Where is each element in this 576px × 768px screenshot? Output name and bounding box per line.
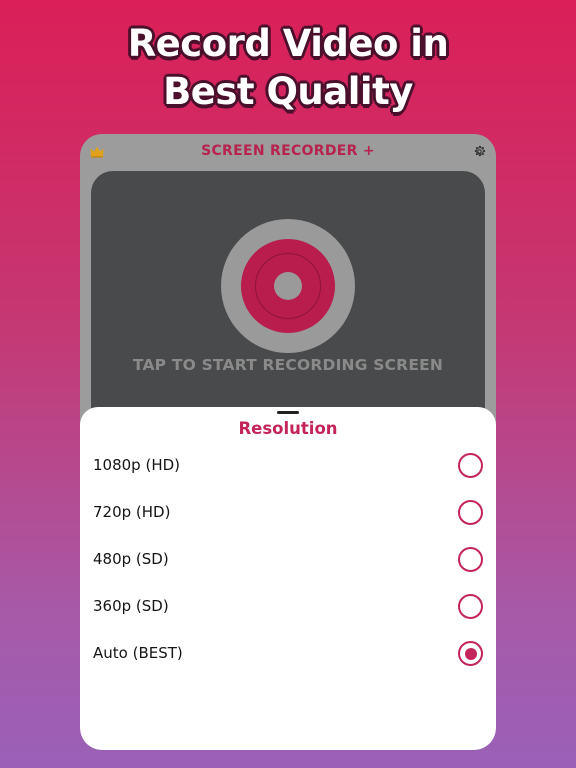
radio-button[interactable] <box>458 453 483 478</box>
record-button[interactable] <box>221 219 355 353</box>
headline-line-1: Record Video in <box>127 22 449 65</box>
crown-icon[interactable] <box>90 146 104 158</box>
option-label: 720p (HD) <box>93 503 171 521</box>
device-screen: SCREEN RECORDER + TAP TO START RECORDING… <box>80 134 496 750</box>
app-header: SCREEN RECORDER + <box>80 134 496 168</box>
resolution-sheet: Resolution 1080p (HD) 720p (HD) 480p (SD… <box>80 407 496 750</box>
radio-button-selected[interactable] <box>458 641 483 666</box>
option-720p[interactable]: 720p (HD) <box>80 493 496 533</box>
option-label: 1080p (HD) <box>93 456 180 474</box>
radio-button[interactable] <box>458 594 483 619</box>
option-label: 480p (SD) <box>93 550 169 568</box>
gear-icon[interactable] <box>473 145 486 158</box>
option-auto[interactable]: Auto (BEST) <box>80 634 496 674</box>
option-label: Auto (BEST) <box>93 644 183 662</box>
record-icon <box>241 239 335 333</box>
headline-line-2: Best Quality <box>163 70 413 113</box>
option-1080p[interactable]: 1080p (HD) <box>80 446 496 486</box>
promo-headline: Record Video in Best Quality <box>0 20 576 116</box>
radio-button[interactable] <box>458 547 483 572</box>
sheet-handle[interactable] <box>277 411 299 414</box>
app-title: SCREEN RECORDER + <box>201 143 375 159</box>
option-480p[interactable]: 480p (SD) <box>80 540 496 580</box>
record-dot <box>274 272 302 300</box>
sheet-title: Resolution <box>238 419 338 438</box>
option-label: 360p (SD) <box>93 597 169 615</box>
radio-button[interactable] <box>458 500 483 525</box>
record-hint: TAP TO START RECORDING SCREEN <box>132 356 444 374</box>
option-360p[interactable]: 360p (SD) <box>80 587 496 627</box>
